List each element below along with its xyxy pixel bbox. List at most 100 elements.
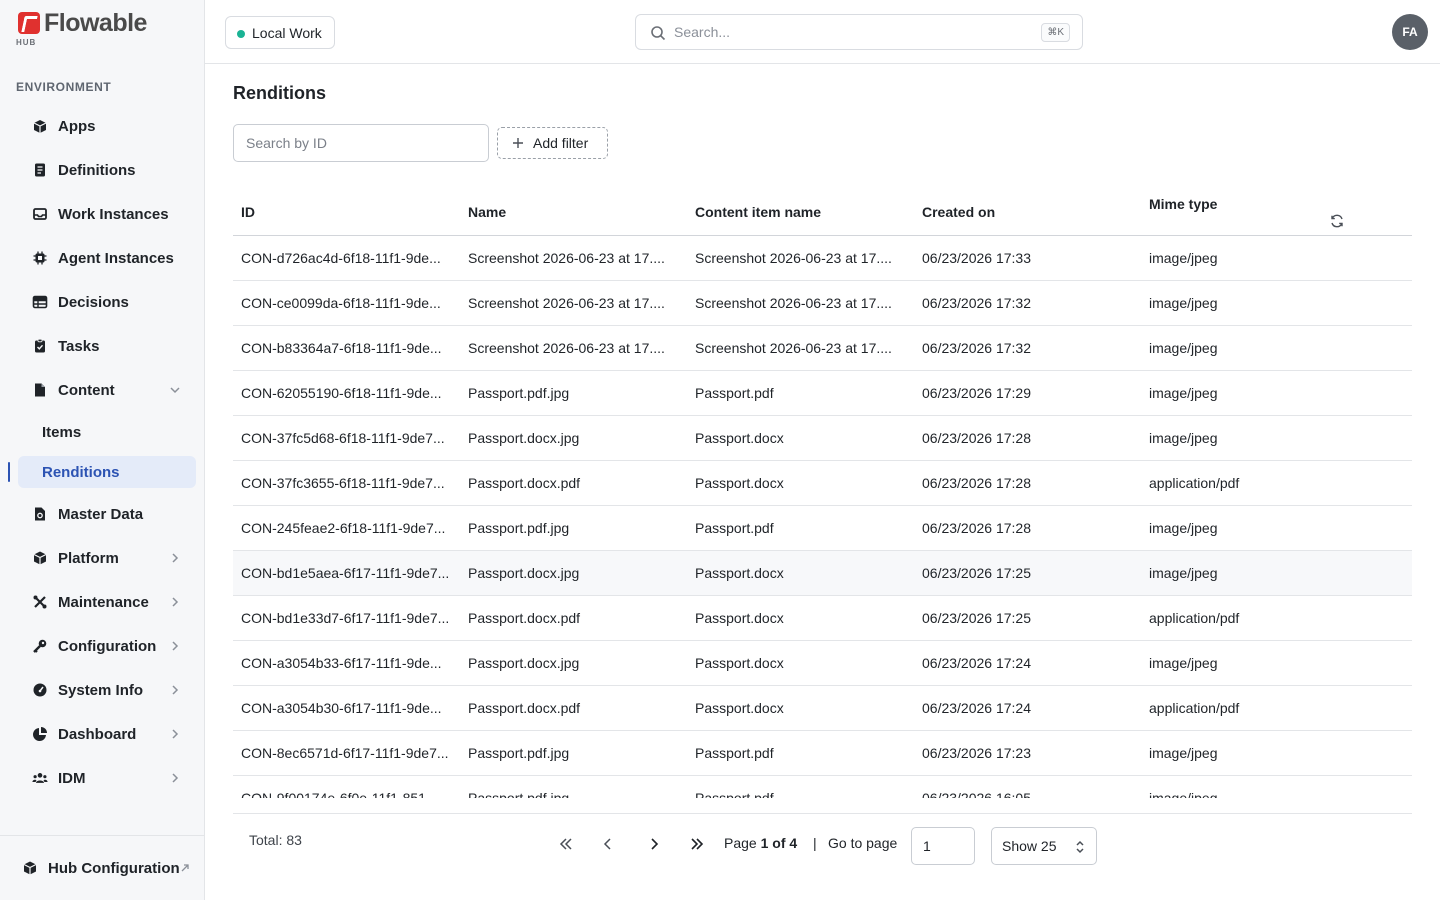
table-row[interactable]: CON-9f00174e-6f0e-11f1-851... Passport.pd… xyxy=(233,775,1412,798)
cell-name: Passport.docx.jpg xyxy=(460,640,687,686)
sidebar-subitem-items[interactable]: Items xyxy=(18,416,196,448)
next-page-button[interactable] xyxy=(643,834,665,854)
cell-created-on: 06/23/2026 17:32 xyxy=(914,280,1141,326)
sidebar-item-dashboard[interactable]: Dashboard xyxy=(18,718,196,750)
global-search-input[interactable] xyxy=(674,21,1034,43)
environment-section-label: ENVIRONMENT xyxy=(16,80,112,94)
sidebar-item-label: Definitions xyxy=(58,161,136,179)
cell-created-on: 06/23/2026 17:28 xyxy=(914,505,1141,551)
sidebar-item-label: Content xyxy=(58,381,115,399)
sidebar-item-master-data[interactable]: Master Data xyxy=(18,498,196,530)
cell-content-item-name: Screenshot 2026-06-23 at 17.... xyxy=(687,325,914,371)
table-row[interactable]: CON-a3054b33-6f17-11f1-9de... Passport.do… xyxy=(233,640,1412,686)
sidebar-item-tasks[interactable]: Tasks xyxy=(18,330,196,362)
first-page-button[interactable] xyxy=(555,834,577,854)
file-icon xyxy=(32,382,48,398)
apps-icon xyxy=(32,118,48,134)
sidebar-item-label: System Info xyxy=(58,681,144,699)
cell-mime-type: image/jpeg xyxy=(1141,730,1412,776)
hub-configuration-label: Hub Configuration xyxy=(48,859,180,877)
cell-content-item-name: Passport.docx xyxy=(687,640,914,686)
refresh-icon[interactable] xyxy=(1329,213,1345,229)
table-row[interactable]: CON-bd1e5aea-6f17-11f1-9de7... Passport.d… xyxy=(233,550,1412,596)
table-row[interactable]: CON-8ec6571d-6f17-11f1-9de7... Passport.p… xyxy=(233,730,1412,776)
cell-name: Screenshot 2026-06-23 at 17.... xyxy=(460,280,687,326)
workspace-selector[interactable]: Local Work xyxy=(225,16,335,49)
page-size-select[interactable]: Show 25 xyxy=(991,827,1097,865)
cell-created-on: 06/23/2026 17:24 xyxy=(914,640,1141,686)
cell-name: Passport.docx.jpg xyxy=(460,415,687,461)
cell-created-on: 06/23/2026 17:25 xyxy=(914,595,1141,641)
column-header-content-item-name[interactable]: Content item name xyxy=(687,190,914,236)
cell-name: Passport.docx.pdf xyxy=(460,685,687,731)
cell-mime-type: image/jpeg xyxy=(1141,235,1412,281)
cell-mime-type: application/pdf xyxy=(1141,685,1412,731)
flowable-logo[interactable]: Flowable HUB xyxy=(16,9,196,50)
cell-id: CON-37fc3655-6f18-11f1-9de7... xyxy=(233,460,460,506)
table-row[interactable]: CON-d726ac4d-6f18-11f1-9de... Screenshot … xyxy=(233,235,1412,281)
sidebar-item-work-instances[interactable]: Work Instances xyxy=(18,198,196,230)
pie-chart-icon xyxy=(32,726,48,742)
table-row[interactable]: CON-bd1e33d7-6f17-11f1-9de7... Passport.d… xyxy=(233,595,1412,641)
cell-name: Passport.docx.pdf xyxy=(460,595,687,641)
column-header-mime-type[interactable]: Mime type xyxy=(1149,196,1217,212)
column-header-id[interactable]: ID xyxy=(233,190,460,236)
sidebar-item-label: Master Data xyxy=(58,505,144,523)
cell-created-on: 06/23/2026 17:28 xyxy=(914,415,1141,461)
page-title: Renditions xyxy=(233,83,326,103)
cell-content-item-name: Passport.pdf xyxy=(687,775,914,798)
table-row[interactable]: CON-245feae2-6f18-11f1-9de7... Passport.p… xyxy=(233,505,1412,551)
cell-mime-type: image/jpeg xyxy=(1141,415,1412,461)
last-page-button[interactable] xyxy=(686,834,708,854)
cell-name: Passport.pdf.jpg xyxy=(460,370,687,416)
sidebar-item-apps[interactable]: Apps xyxy=(18,110,196,142)
table-row[interactable]: CON-37fc3655-6f18-11f1-9de7... Passport.d… xyxy=(233,460,1412,506)
table-row[interactable]: CON-ce0099da-6f18-11f1-9de... Screenshot … xyxy=(233,280,1412,326)
sidebar-item-maintenance[interactable]: Maintenance xyxy=(18,586,196,618)
cell-content-item-name: Passport.pdf xyxy=(687,505,914,551)
table-icon xyxy=(32,294,48,310)
user-avatar[interactable]: FA xyxy=(1392,14,1428,50)
cell-mime-type: image/jpeg xyxy=(1141,280,1412,326)
sidebar-item-idm[interactable]: IDM xyxy=(18,762,196,794)
cell-content-item-name: Passport.docx xyxy=(687,595,914,641)
table-row[interactable]: CON-b83364a7-6f18-11f1-9de... Screenshot … xyxy=(233,325,1412,371)
cell-id: CON-9f00174e-6f0e-11f1-851... xyxy=(233,775,460,798)
workspace-label: Local Work xyxy=(252,24,322,41)
sidebar-item-label: Decisions xyxy=(58,293,129,311)
agent-icon xyxy=(32,250,48,266)
add-filter-button[interactable]: Add filter xyxy=(497,127,608,159)
total-count: Total: 83 xyxy=(249,832,302,848)
sidebar-item-platform[interactable]: Platform xyxy=(18,542,196,574)
sidebar-item-content[interactable]: Content xyxy=(18,374,196,406)
sidebar-subitem-renditions[interactable]: Renditions xyxy=(18,456,196,488)
go-to-page-input[interactable] xyxy=(911,827,975,865)
table-row[interactable]: CON-37fc5d68-6f18-11f1-9de7... Passport.d… xyxy=(233,415,1412,461)
cube-icon xyxy=(32,550,48,566)
cell-mime-type: image/jpeg xyxy=(1141,325,1412,371)
definitions-icon xyxy=(32,162,48,178)
previous-page-button[interactable] xyxy=(597,834,619,854)
chevron-right-icon xyxy=(172,773,179,783)
chevron-right-icon xyxy=(651,838,659,850)
table-row[interactable]: CON-62055190-6f18-11f1-9de... Passport.pd… xyxy=(233,370,1412,416)
table-row[interactable]: CON-a3054b30-6f17-11f1-9de... Passport.do… xyxy=(233,685,1412,731)
renditions-table-container[interactable]: ID Name Content item name Created on Mim… xyxy=(233,190,1412,798)
column-header-created-on[interactable]: Created on xyxy=(914,190,1141,236)
sidebar-item-label: Apps xyxy=(58,117,96,135)
column-header-name[interactable]: Name xyxy=(460,190,687,236)
cell-created-on: 06/23/2026 17:25 xyxy=(914,550,1141,596)
cell-mime-type: image/jpeg xyxy=(1141,640,1412,686)
cell-name: Passport.pdf.jpg xyxy=(460,505,687,551)
sidebar-item-decisions[interactable]: Decisions xyxy=(18,286,196,318)
cell-mime-type: image/jpeg xyxy=(1141,550,1412,596)
gauge-icon xyxy=(32,682,48,698)
sidebar-item-system-info[interactable]: System Info xyxy=(18,674,196,706)
global-search[interactable]: ⌘K xyxy=(635,14,1083,50)
sidebar-item-configuration[interactable]: Configuration xyxy=(18,630,196,662)
hub-configuration-link[interactable]: Hub Configuration xyxy=(0,835,204,900)
search-by-id-input[interactable] xyxy=(233,124,489,162)
sidebar-item-definitions[interactable]: Definitions xyxy=(18,154,196,186)
sidebar-item-agent-instances[interactable]: Agent Instances xyxy=(18,242,196,274)
active-indicator xyxy=(8,462,10,482)
